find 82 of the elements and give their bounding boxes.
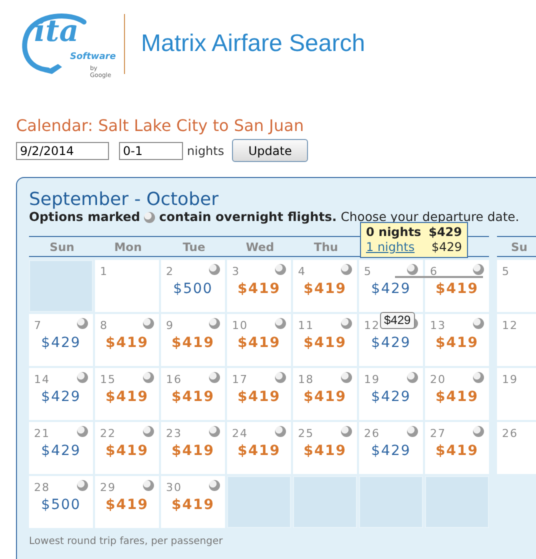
fare-price: $500 [172, 281, 214, 297]
day-number: 4 [298, 265, 306, 278]
day-number: 17 [232, 373, 248, 386]
day-number: 23 [166, 427, 182, 440]
fare-price: $419 [170, 497, 216, 513]
weekday-label: Thu [312, 240, 340, 254]
day-number: 5 [364, 265, 372, 278]
fare-price: $419 [434, 335, 480, 351]
day-number: 14 [34, 373, 50, 386]
logo-subtitle: Software [70, 52, 116, 62]
fare-price: $419 [170, 443, 216, 459]
weekday-label: Tue [182, 240, 206, 254]
day-number: 22 [100, 427, 116, 440]
day-number: 25 [298, 427, 314, 440]
day-number: 9 [166, 319, 174, 332]
day-number: 27 [430, 427, 446, 440]
fare-price: $419 [236, 389, 282, 405]
day-number: 26 [364, 427, 380, 440]
tooltip-price: $429 [428, 225, 462, 240]
legend-text: Choose your departure date. [340, 210, 520, 224]
fare-price: $419 [236, 335, 282, 351]
day-number: 20 [430, 373, 446, 386]
day-number: 3 [232, 265, 240, 278]
fare-price: $419 [302, 281, 348, 297]
fare-price: $429 [40, 335, 82, 351]
tooltip-price: $429 [431, 240, 462, 255]
day-number: 6 [430, 265, 438, 278]
footer-note: Lowest round trip fares, per passenger [29, 536, 224, 547]
fare-price: $500 [40, 497, 82, 513]
fare-price: $419 [104, 443, 150, 459]
day-number: 2 [166, 265, 174, 278]
app-title: Matrix Airfare Search [141, 30, 366, 58]
day-number: 24 [232, 427, 248, 440]
day-number: 12 [502, 319, 518, 332]
day-number: 5 [502, 265, 510, 278]
fare-price: $419 [302, 335, 348, 351]
weekday-label: Mon [113, 240, 143, 254]
weekday-label: Su [510, 240, 528, 254]
page-heading: Calendar: Salt Lake City to San Juan [16, 116, 305, 135]
fare-price: $429 [40, 443, 82, 459]
fare-price: $419 [236, 281, 282, 297]
fare-price: $419 [434, 281, 480, 297]
fare-price: $419 [104, 335, 150, 351]
fare-price: $419 [302, 389, 348, 405]
fare-price: $429 [370, 389, 412, 405]
fare-price: $429 [40, 389, 82, 405]
fare-price: $419 [170, 389, 216, 405]
fare-price: $419 [104, 389, 150, 405]
fare-price: $429 [370, 443, 412, 459]
fare-price: $419 [236, 443, 282, 459]
day-number: 10 [232, 319, 248, 332]
fare-price: $419 [434, 389, 480, 405]
weekday-label: Wed [244, 240, 276, 254]
fare-price: $419 [434, 443, 480, 459]
fare-price: $419 [170, 335, 216, 351]
day-number: 21 [34, 427, 50, 440]
day-number: 8 [100, 319, 108, 332]
day-number: 16 [166, 373, 182, 386]
day-number: 26 [502, 427, 518, 440]
day-number: 7 [34, 319, 42, 332]
fare-price: $429 [370, 281, 412, 297]
day-number: 29 [100, 481, 116, 494]
legend-text: Options marked [29, 210, 140, 224]
fare-price: $419 [302, 443, 348, 459]
fare-price: $429 [370, 335, 412, 351]
nights-option: 0 nights [366, 225, 422, 240]
day-number: 11 [298, 319, 314, 332]
day-number: 12 [364, 319, 380, 332]
day-number: 28 [34, 481, 50, 494]
day-number: 15 [100, 373, 116, 386]
price-tooltip: $429 [380, 312, 415, 329]
day-number: 30 [166, 481, 182, 494]
fare-price: $419 [104, 497, 150, 513]
day-number: 19 [364, 373, 380, 386]
day-number: 1 [100, 265, 108, 278]
day-number: 19 [502, 373, 518, 386]
nights-label: nights [187, 144, 224, 158]
legend-text: contain overnight flights. [159, 210, 337, 224]
day-number: 13 [430, 319, 446, 332]
calendar-title: September - October [29, 190, 220, 210]
day-number: 18 [298, 373, 314, 386]
weekday-label: Sun [48, 240, 76, 254]
